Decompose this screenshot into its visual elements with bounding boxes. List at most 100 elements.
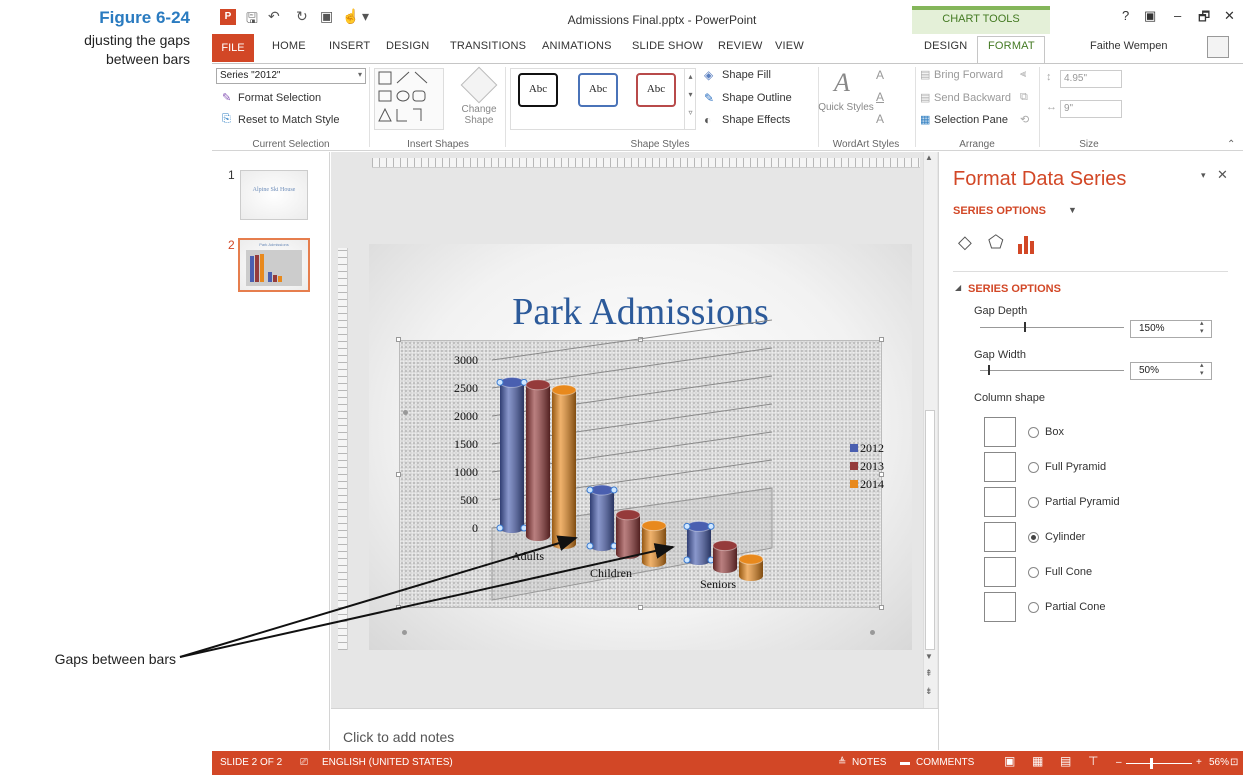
next-slide-icon[interactable]: ⇟ <box>925 686 933 697</box>
chart-resize-handle[interactable] <box>879 472 884 477</box>
series-options-icon[interactable] <box>1018 236 1036 254</box>
bring-forward-button[interactable]: Bring Forward <box>934 69 1003 81</box>
gap-depth-slider-thumb[interactable] <box>1024 322 1026 332</box>
shape-style-swatch-red[interactable]: Abc <box>636 73 676 107</box>
shape-effects-button[interactable]: Shape Effects <box>722 114 790 126</box>
zoom-slider[interactable] <box>1126 763 1192 764</box>
series-options-menu[interactable]: SERIES OPTIONS <box>953 205 1046 217</box>
column-shape-option-label[interactable]: Partial Pyramid <box>1045 496 1120 508</box>
collapse-section-icon[interactable]: ◢ <box>955 283 961 292</box>
column-shape-radio[interactable] <box>1028 567 1039 578</box>
gap-width-slider[interactable] <box>980 370 1124 371</box>
send-backward-button[interactable]: Send Backward <box>934 92 1011 104</box>
gap-width-slider-thumb[interactable] <box>988 365 990 375</box>
tab-slide-show[interactable]: SLIDE SHOW <box>632 40 703 52</box>
customize-qat-icon[interactable]: ▾ <box>362 8 369 25</box>
chart-resize-handle[interactable] <box>396 337 401 342</box>
gap-width-spinner[interactable]: ▴ ▾ <box>1200 362 1204 378</box>
close-icon[interactable]: ✕ <box>1224 8 1235 24</box>
format-selection-button[interactable]: Format Selection <box>238 92 321 104</box>
start-slideshow-icon[interactable]: ▣ <box>320 8 333 25</box>
column-shape-radio[interactable] <box>1028 497 1039 508</box>
normal-view-icon[interactable]: ▣ <box>1004 754 1015 768</box>
slide-thumbnail-1[interactable]: Alpine Ski House <box>240 170 308 220</box>
tab-home[interactable]: HOME <box>272 40 306 52</box>
column-shape-radio[interactable] <box>1028 602 1039 613</box>
pane-close-icon[interactable]: ✕ <box>1217 167 1228 183</box>
help-icon[interactable]: ? <box>1122 8 1129 23</box>
save-icon[interactable]: 🖫 <box>246 8 258 32</box>
chart-resize-handle[interactable] <box>638 605 643 610</box>
comments-button[interactable]: COMMENTS <box>916 757 974 768</box>
scroll-down-icon[interactable]: ▼ <box>925 652 933 661</box>
ribbon-display-options-icon[interactable]: ▣ <box>1144 8 1156 24</box>
redo-icon[interactable]: ↻ <box>296 8 308 25</box>
undo-icon[interactable]: ↶ <box>268 8 280 25</box>
chart-plot-area[interactable] <box>399 340 882 608</box>
tab-review[interactable]: REVIEW <box>718 40 763 52</box>
selection-pane-button[interactable]: Selection Pane <box>934 114 1008 126</box>
notes-button[interactable]: NOTES <box>852 757 886 768</box>
gap-depth-spinner[interactable]: ▴ ▾ <box>1200 320 1204 336</box>
previous-slide-icon[interactable]: ⇞ <box>925 668 933 679</box>
fit-to-window-icon[interactable]: ⊡ <box>1230 757 1238 768</box>
touch-mode-icon[interactable]: ☝ <box>342 8 359 25</box>
tab-chart-format[interactable]: FORMAT <box>988 40 1035 52</box>
slide-title[interactable]: Park Admissions <box>369 290 912 334</box>
zoom-slider-thumb[interactable] <box>1150 758 1153 769</box>
gap-depth-slider[interactable] <box>980 327 1124 328</box>
change-shape-button[interactable]: Change Shape <box>454 104 504 126</box>
fill-line-icon[interactable]: ◇ <box>958 232 972 253</box>
tab-view[interactable]: VIEW <box>775 40 804 52</box>
column-shape-option-label[interactable]: Box <box>1045 426 1064 438</box>
scrollbar-thumb[interactable] <box>925 410 935 650</box>
series-options-section-header[interactable]: SERIES OPTIONS <box>968 283 1061 295</box>
pane-options-icon[interactable]: ▾ <box>1201 170 1206 181</box>
shape-style-swatch-blue[interactable]: Abc <box>578 73 618 107</box>
slide-thumbnail-2[interactable]: Park Admissions <box>238 238 310 292</box>
column-shape-option-label[interactable]: Partial Cone <box>1045 601 1106 613</box>
notes-placeholder[interactable]: Click to add notes <box>343 729 454 745</box>
tab-file[interactable]: FILE <box>212 34 254 62</box>
group-icon[interactable]: ⧉ <box>1020 91 1028 104</box>
shapes-gallery[interactable] <box>374 68 444 130</box>
shape-outline-button[interactable]: Shape Outline <box>722 92 792 104</box>
text-effects-icon[interactable]: A <box>876 112 884 126</box>
minimize-icon[interactable]: – <box>1174 8 1181 23</box>
shape-style-swatch-black[interactable]: Abc <box>518 73 558 107</box>
comments-icon[interactable]: ▬ <box>900 757 910 768</box>
gallery-scroll[interactable]: ▴ ▾ ▿ <box>684 68 696 130</box>
chart-resize-handle[interactable] <box>638 337 643 342</box>
shape-width-input[interactable]: 9" <box>1060 100 1122 118</box>
chart-resize-handle[interactable] <box>879 605 884 610</box>
zoom-in-icon[interactable]: + <box>1196 757 1202 768</box>
chart-resize-handle[interactable] <box>879 337 884 342</box>
column-shape-option-label[interactable]: Full Pyramid <box>1045 461 1106 473</box>
reading-view-icon[interactable]: ▤ <box>1060 754 1071 768</box>
chart-elements-dropdown[interactable]: Series "2012" <box>216 68 366 84</box>
notes-icon[interactable]: ≜ <box>838 757 846 768</box>
quick-styles-button[interactable]: Quick Styles <box>818 102 874 113</box>
column-shape-option-label[interactable]: Cylinder <box>1045 531 1085 543</box>
slide-sorter-icon[interactable]: ▦ <box>1032 754 1043 768</box>
language-indicator[interactable]: ENGLISH (UNITED STATES) <box>322 757 453 768</box>
slide-counter[interactable]: SLIDE 2 OF 2 <box>220 757 282 768</box>
reset-to-match-style-button[interactable]: Reset to Match Style <box>238 114 340 126</box>
column-shape-radio[interactable] <box>1028 532 1039 543</box>
align-icon[interactable]: ⫷ <box>1020 68 1026 81</box>
column-shape-radio[interactable] <box>1028 462 1039 473</box>
chart-resize-handle[interactable] <box>396 472 401 477</box>
zoom-out-icon[interactable]: – <box>1116 757 1122 768</box>
text-outline-icon[interactable]: A <box>876 90 884 104</box>
chart-resize-handle[interactable] <box>396 605 401 610</box>
tab-transitions[interactable]: TRANSITIONS <box>450 40 526 52</box>
column-shape-radio[interactable] <box>1028 427 1039 438</box>
shape-height-input[interactable]: 4.95" <box>1060 70 1122 88</box>
user-name[interactable]: Faithe Wempen <box>1090 40 1167 52</box>
collapse-ribbon-icon[interactable]: ⌃ <box>1227 139 1235 150</box>
restore-icon[interactable]: 🗗 <box>1198 8 1210 30</box>
spell-check-icon[interactable]: ⎚ <box>300 757 308 768</box>
text-fill-icon[interactable]: A <box>876 68 884 82</box>
tab-animations[interactable]: ANIMATIONS <box>542 40 612 52</box>
chevron-down-icon[interactable]: ▼ <box>1068 205 1077 215</box>
